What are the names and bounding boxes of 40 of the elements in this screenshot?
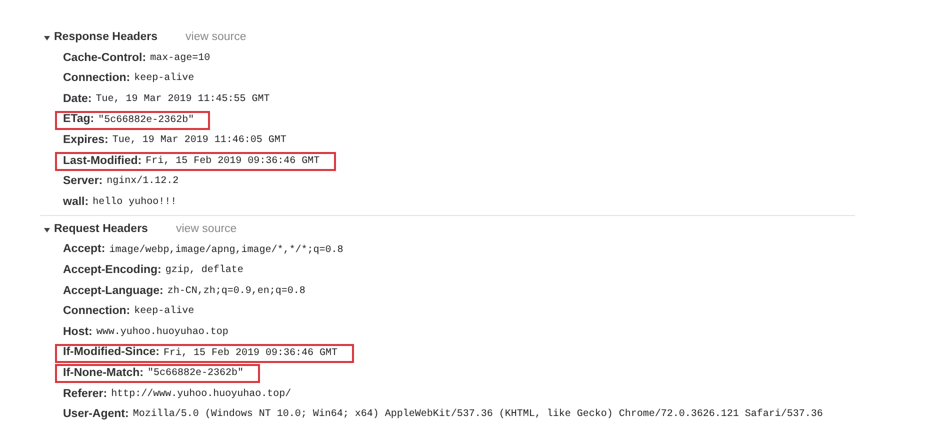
header-name: Connection: <box>63 304 130 320</box>
view-source-link[interactable]: view source <box>176 221 237 238</box>
header-value: Tue, 19 Mar 2019 11:46:05 GMT <box>112 134 286 148</box>
header-name: Accept-Language: <box>63 284 164 299</box>
header-name: If-None-Match: <box>63 366 144 381</box>
header-name: Connection: <box>63 71 130 86</box>
header-name: Server: <box>63 174 103 190</box>
header-name: wall: <box>63 194 89 210</box>
header-value: hello yuhoo!!! <box>92 196 177 210</box>
header-name: Expires: <box>63 133 108 148</box>
header-name: ETag: <box>63 112 94 128</box>
header-value: "5c66882e-2362b" <box>98 114 194 128</box>
header-value: Fri, 15 Feb 2019 09:36:46 GMT <box>163 346 338 361</box>
header-value: www.yuhoo.huoyuhao.top <box>96 326 228 340</box>
header-value: "5c66882e-2362b" <box>148 366 244 382</box>
header-name: Last-Modified: <box>63 154 142 169</box>
header-name: If-Modified-Since: <box>63 345 160 360</box>
header-name: Referer: <box>63 386 108 402</box>
header-name: Accept-Encoding: <box>63 263 162 278</box>
header-name: Accept: <box>63 242 106 258</box>
header-name: Date: <box>63 92 92 107</box>
header-value: gzip, deflate <box>165 264 244 278</box>
header-name: Host: <box>63 324 92 340</box>
header-value: keep-alive <box>134 72 194 86</box>
section-title[interactable]: Response Headers <box>54 29 158 47</box>
header-value: keep-alive <box>134 304 194 320</box>
header-name: Cache-Control: <box>63 50 146 66</box>
header-value: Mozilla/5.0 (Windows NT 10.0; Win64; x64) AppleWebKit/537.36 (KHTML, like Gecko) Chrome/72.0.3626.121 Safari/537.36 <box>132 408 823 422</box>
header-value: http://www.yuhoo.huoyuhao.top/ <box>111 388 292 402</box>
header-value: nginx/1.12.2 <box>106 174 179 190</box>
header-value: zh-CN,zh;q=0.9,en;q=0.8 <box>167 284 306 299</box>
header-value: max-age=10 <box>150 52 210 66</box>
header-name: User-Agent: <box>63 407 129 422</box>
header-value: Fri, 15 Feb 2019 09:36:46 GMT <box>146 154 320 169</box>
view-source-link[interactable]: view source <box>186 29 246 47</box>
collapse-triangle-icon[interactable] <box>44 226 50 233</box>
header-value: image/webp,image/apng,image/*,*/*;q=0.8 <box>109 244 344 258</box>
header-value: Tue, 19 Mar 2019 11:45:55 GMT <box>96 92 270 107</box>
collapse-triangle-icon[interactable] <box>44 35 50 41</box>
section-title[interactable]: Request Headers <box>54 221 148 238</box>
